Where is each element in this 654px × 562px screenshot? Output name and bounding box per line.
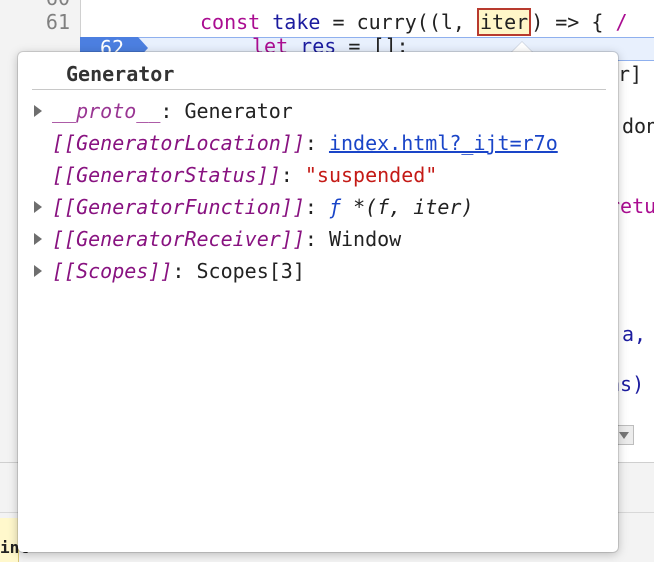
property-value: "suspended" <box>304 163 438 187</box>
code-token: curry <box>356 10 417 34</box>
expand-triangle-icon[interactable] <box>34 264 42 277</box>
property-row[interactable]: __proto__: Generator <box>32 96 612 126</box>
code-line-61: const take = curry((l, iter) => { / <box>200 8 628 36</box>
code-token: = <box>332 10 345 34</box>
property-colon: : <box>280 163 293 187</box>
property-key: __proto__ <box>52 99 161 123</box>
property-row: [[GeneratorLocation]]: index.html?_ijt=r… <box>32 128 612 158</box>
code-token: const <box>200 10 261 34</box>
property-key: [[GeneratorLocation]] <box>52 131 305 155</box>
property-key: [[Scopes]] <box>52 259 173 283</box>
code-token: ((l, <box>416 10 465 34</box>
property-value: Scopes[3] <box>196 259 305 283</box>
line-number[interactable]: 61 <box>46 10 70 34</box>
function-symbol: ƒ <box>328 195 342 219</box>
expand-triangle-icon[interactable] <box>34 200 42 213</box>
source-location-link[interactable]: index.html?_ijt=r7o <box>329 131 558 155</box>
property-colon: : <box>160 99 173 123</box>
property-value: *(f, iter) <box>353 195 474 219</box>
code-token: take <box>272 10 321 34</box>
property-value: Window <box>328 227 402 251</box>
property-row[interactable]: [[Scopes]]: Scopes[3] <box>32 256 612 286</box>
property-key: [[GeneratorReceiver]] <box>52 227 305 251</box>
property-row[interactable]: [[GeneratorFunction]]: ƒ *(f, iter) <box>32 192 612 222</box>
expand-triangle-icon[interactable] <box>34 232 42 245</box>
code-token: ) => { <box>531 10 604 34</box>
property-key: [[GeneratorStatus]] <box>52 163 281 187</box>
property-key: [[GeneratorFunction]] <box>52 195 305 219</box>
line-number[interactable]: 60 <box>46 0 70 10</box>
property-colon: : <box>172 259 185 283</box>
divider <box>32 89 606 90</box>
property-value: Generator <box>184 99 293 123</box>
code-fragment: r] <box>618 62 643 86</box>
property-colon: : <box>304 195 317 219</box>
property-row[interactable]: [[GeneratorReceiver]]: Window <box>32 224 612 254</box>
object-preview-popover: Generator __proto__: Generator [[Generat… <box>18 52 618 552</box>
code-fragment: don <box>622 114 654 138</box>
property-row: [[GeneratorStatus]]: "suspended" <box>32 160 612 190</box>
property-colon: : <box>304 227 317 251</box>
popover-title: Generator <box>66 62 175 86</box>
code-fragment: a, <box>622 322 647 346</box>
expand-triangle-icon[interactable] <box>34 104 42 117</box>
code-token: / <box>615 10 628 34</box>
property-colon: : <box>304 131 317 155</box>
hovered-token[interactable]: iter <box>477 8 532 36</box>
